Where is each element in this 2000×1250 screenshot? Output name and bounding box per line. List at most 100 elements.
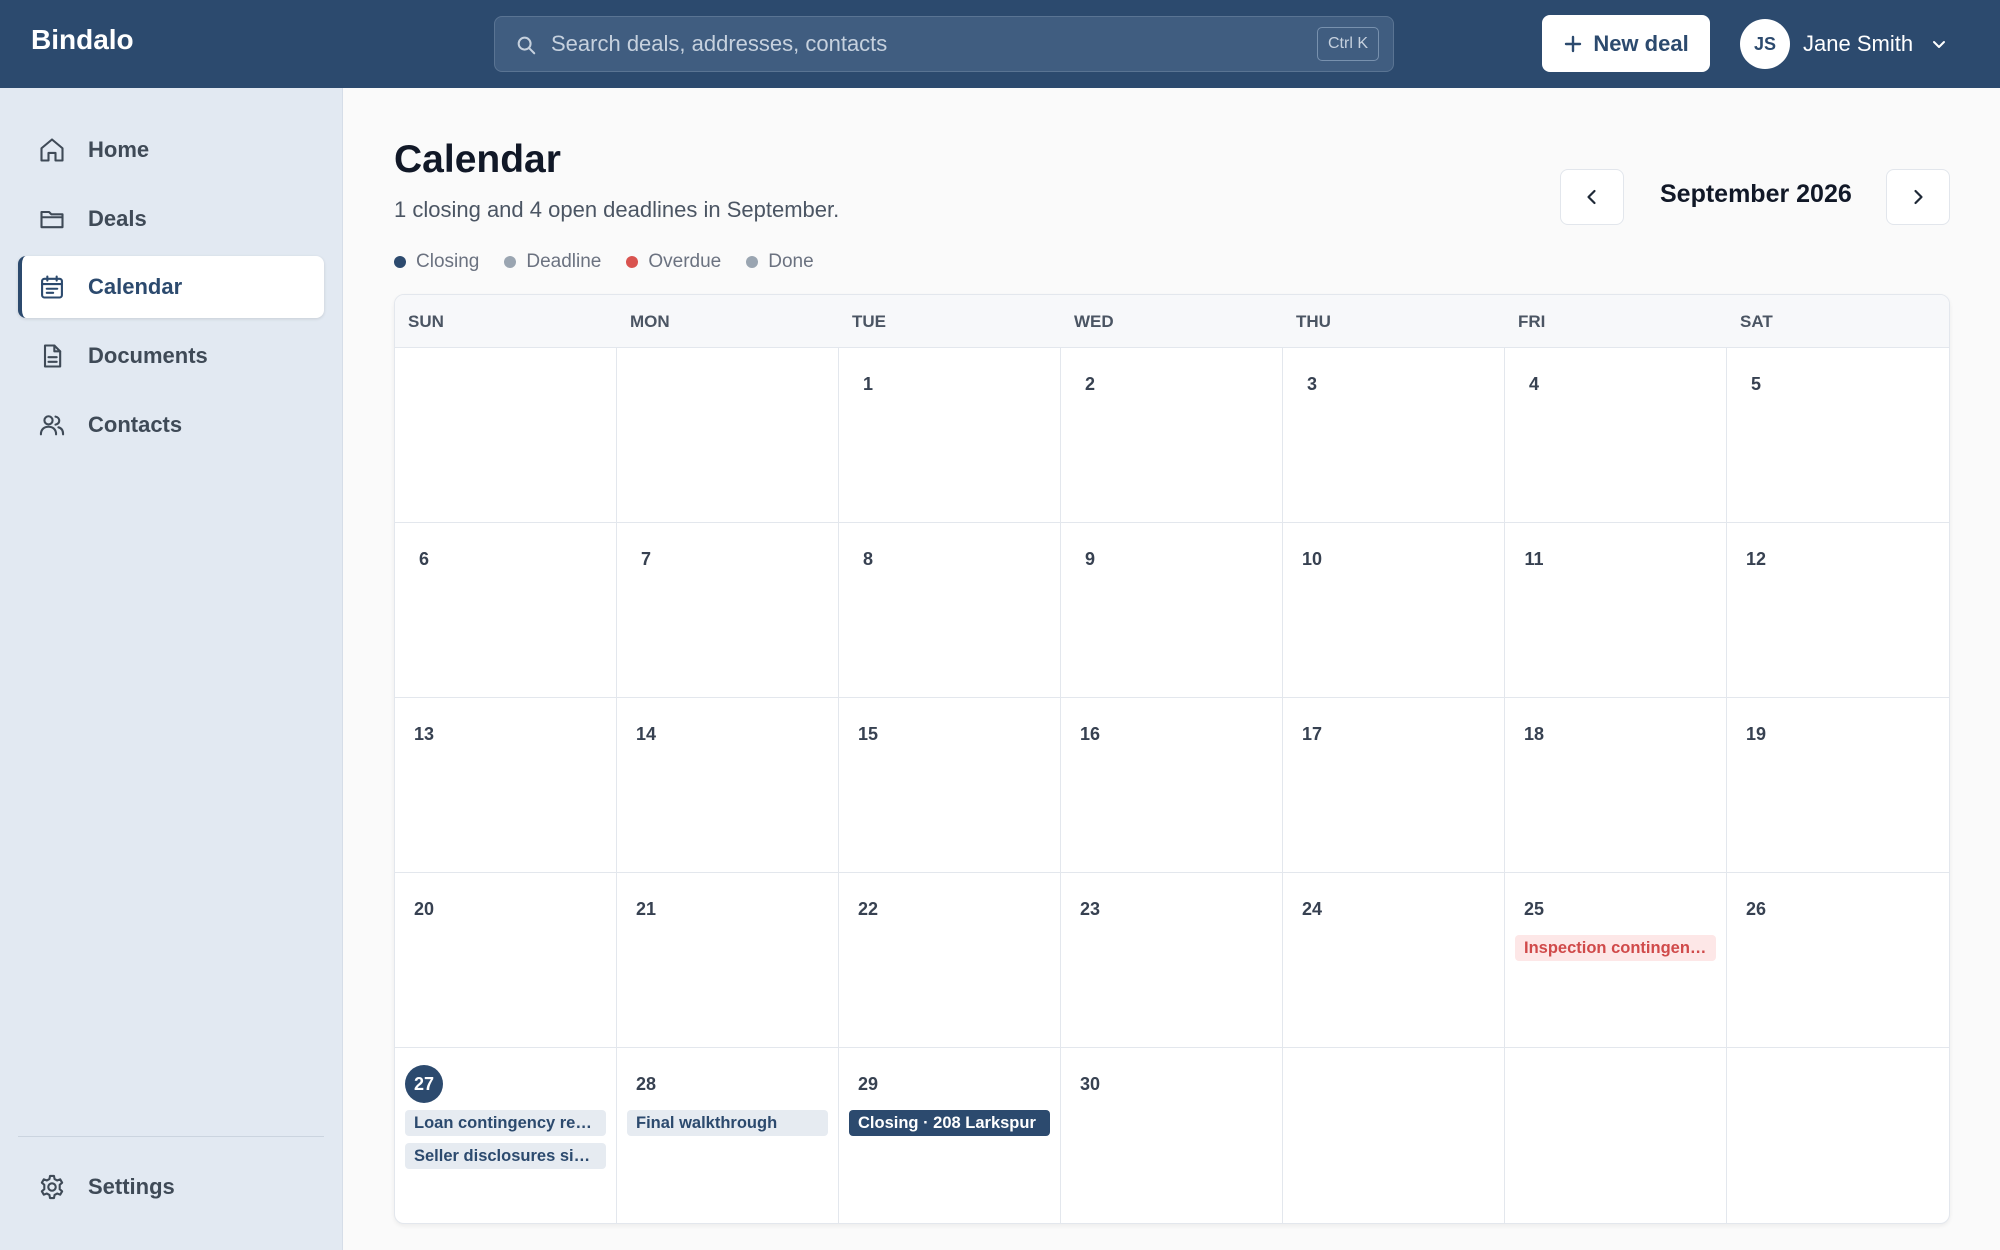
legend-item-deadline: Deadline [504, 251, 601, 273]
weekday-label: WED [1074, 312, 1114, 331]
calendar-day-cell[interactable]: 24 [1283, 873, 1505, 1048]
calendar-day-cell[interactable]: 8 [839, 523, 1061, 698]
event-chip-deadline[interactable]: Seller disclosures signed [405, 1143, 606, 1169]
calendar-day-cell[interactable]: 28 Final walkthrough [617, 1048, 839, 1223]
sidebar-item-contacts[interactable]: Contacts [18, 394, 324, 456]
folder-icon [40, 210, 64, 229]
sidebar-item-label: Home [88, 137, 150, 162]
search-shortcut-hint: Ctrl K [1317, 27, 1379, 61]
search-input[interactable] [551, 17, 1251, 71]
page-title: Calendar [394, 138, 561, 181]
event-chip-overdue[interactable]: Inspection contingency [1515, 935, 1716, 961]
next-month-button[interactable] [1886, 169, 1950, 225]
app-logo[interactable]: Bindalo [31, 24, 134, 56]
weekday-label: FRI [1518, 312, 1546, 331]
calendar-day-cell[interactable]: 5 [1727, 348, 1949, 523]
day-number: 3 [1306, 374, 1317, 394]
chevron-down-icon [1933, 41, 1946, 48]
sidebar-item-settings[interactable]: Settings [18, 1156, 324, 1218]
day-events: Closing · 208 Larkspur [849, 1110, 1050, 1136]
current-month-label: September 2026 [1660, 180, 1852, 208]
calendar-week-row: 27 Loan contingency removal Seller disclos… [395, 1048, 1949, 1223]
previous-month-button[interactable] [1560, 169, 1624, 225]
gear-icon [40, 1174, 64, 1200]
month-calendar: SUN MON TUE WED THU FRI SAT 1 2 3 4 5 6 7 8 9 10 1… [394, 294, 1950, 1224]
calendar-day-cell[interactable]: 3 [1283, 348, 1505, 523]
sidebar: Home Deals Calendar Documents Contacts S… [0, 88, 343, 1250]
new-deal-button[interactable]: New deal [1542, 15, 1710, 72]
sidebar-item-calendar[interactable]: Calendar [18, 256, 324, 318]
sidebar-item-documents[interactable]: Documents [18, 325, 324, 387]
search-icon [517, 36, 536, 55]
calendar-grid: 1 2 3 4 5 6 7 8 9 10 11 12 13 14 15 16 17 18 19 20 21 22 23 24 2… [395, 348, 1949, 1223]
calendar-day-cell[interactable]: 4 [1505, 348, 1727, 523]
sidebar-item-label: Contacts [88, 412, 183, 437]
event-chip-closing[interactable]: Closing · 208 Larkspur [849, 1110, 1050, 1136]
day-number: 24 [1301, 899, 1323, 919]
calendar-day-cell[interactable]: 26 [1727, 873, 1949, 1048]
calendar-day-empty [1727, 1048, 1949, 1223]
calendar-day-cell[interactable]: 19 [1727, 698, 1949, 873]
legend-dot [746, 256, 759, 268]
calendar-week-row: 20 21 22 23 24 25 Inspection contingency 26 [395, 873, 1949, 1048]
calendar-day-cell[interactable]: 9 [1061, 523, 1283, 698]
calendar-legend: Closing Deadline Overdue Done [394, 251, 839, 273]
day-number: 26 [1745, 899, 1767, 919]
event-chip-deadline[interactable]: Loan contingency removal [405, 1110, 606, 1136]
chevron-right-icon [1914, 189, 1923, 205]
day-number: 10 [1301, 549, 1323, 569]
calendar-day-cell[interactable]: 10 [1283, 523, 1505, 698]
calendar-day-cell[interactable]: 18 [1505, 698, 1727, 873]
new-deal-label: New deal [1593, 30, 1689, 56]
calendar-day-cell[interactable]: 25 Inspection contingency [1505, 873, 1727, 1048]
calendar-day-cell[interactable]: 17 [1283, 698, 1505, 873]
day-number: 2 [1084, 374, 1095, 394]
event-chip-deadline[interactable]: Final walkthrough [627, 1110, 828, 1136]
users-icon [39, 415, 65, 436]
calendar-day-cell[interactable]: 12 [1727, 523, 1949, 698]
calendar-day-cell[interactable]: 21 [617, 873, 839, 1048]
calendar-day-cell[interactable]: 11 [1505, 523, 1727, 698]
day-number: 23 [1079, 899, 1101, 919]
calendar-day-cell[interactable]: 20 [395, 873, 617, 1048]
calendar-day-cell[interactable]: 13 [395, 698, 617, 873]
calendar-day-cell[interactable]: 27 Loan contingency removal Seller disclos… [395, 1048, 617, 1223]
day-number: 28 [635, 1074, 657, 1094]
day-number: 12 [1745, 549, 1767, 569]
calendar-day-cell[interactable]: 6 [395, 523, 617, 698]
calendar-day-cell[interactable]: 1 [839, 348, 1061, 523]
calendar-day-cell[interactable]: 7 [617, 523, 839, 698]
chevron-left-icon [1587, 189, 1596, 205]
search-box[interactable]: Ctrl K [494, 16, 1394, 72]
calendar-day-cell[interactable]: 23 [1061, 873, 1283, 1048]
calendar-day-cell[interactable]: 15 [839, 698, 1061, 873]
calendar-day-cell[interactable]: 14 [617, 698, 839, 873]
calendar-day-cell[interactable]: 30 [1061, 1048, 1283, 1223]
legend-dot [626, 256, 639, 268]
day-number: 6 [418, 549, 429, 569]
sidebar-item-deals[interactable]: Deals [18, 188, 324, 250]
weekday-label: TUE [852, 312, 886, 331]
sidebar-item-home[interactable]: Home [18, 119, 324, 181]
calendar-day-cell[interactable]: 16 [1061, 698, 1283, 873]
calendar-day-cell[interactable]: 2 [1061, 348, 1283, 523]
day-number: 18 [1523, 724, 1545, 744]
weekday-header: SUN MON TUE WED THU FRI SAT [395, 295, 1949, 348]
legend-dot [394, 256, 406, 268]
legend-item-closing: Closing [394, 251, 479, 273]
calendar-icon [41, 275, 63, 299]
document-icon [43, 344, 62, 368]
calendar-day-cell[interactable]: 29 Closing · 208 Larkspur [839, 1048, 1061, 1223]
legend-label: Done [768, 251, 814, 272]
day-number: 4 [1528, 374, 1539, 394]
day-number: 29 [857, 1074, 879, 1094]
day-number: 13 [413, 724, 435, 744]
legend-item-overdue: Overdue [626, 251, 721, 273]
user-menu[interactable]: JS Jane Smith [1740, 18, 1947, 70]
day-events: Final walkthrough [627, 1110, 828, 1136]
calendar-day-empty [617, 348, 839, 523]
day-number: 14 [635, 724, 657, 744]
calendar-day-cell[interactable]: 22 [839, 873, 1061, 1048]
legend-label: Deadline [526, 251, 602, 272]
top-bar: Bindalo Ctrl K New deal JS Jane Smith [0, 0, 2000, 88]
